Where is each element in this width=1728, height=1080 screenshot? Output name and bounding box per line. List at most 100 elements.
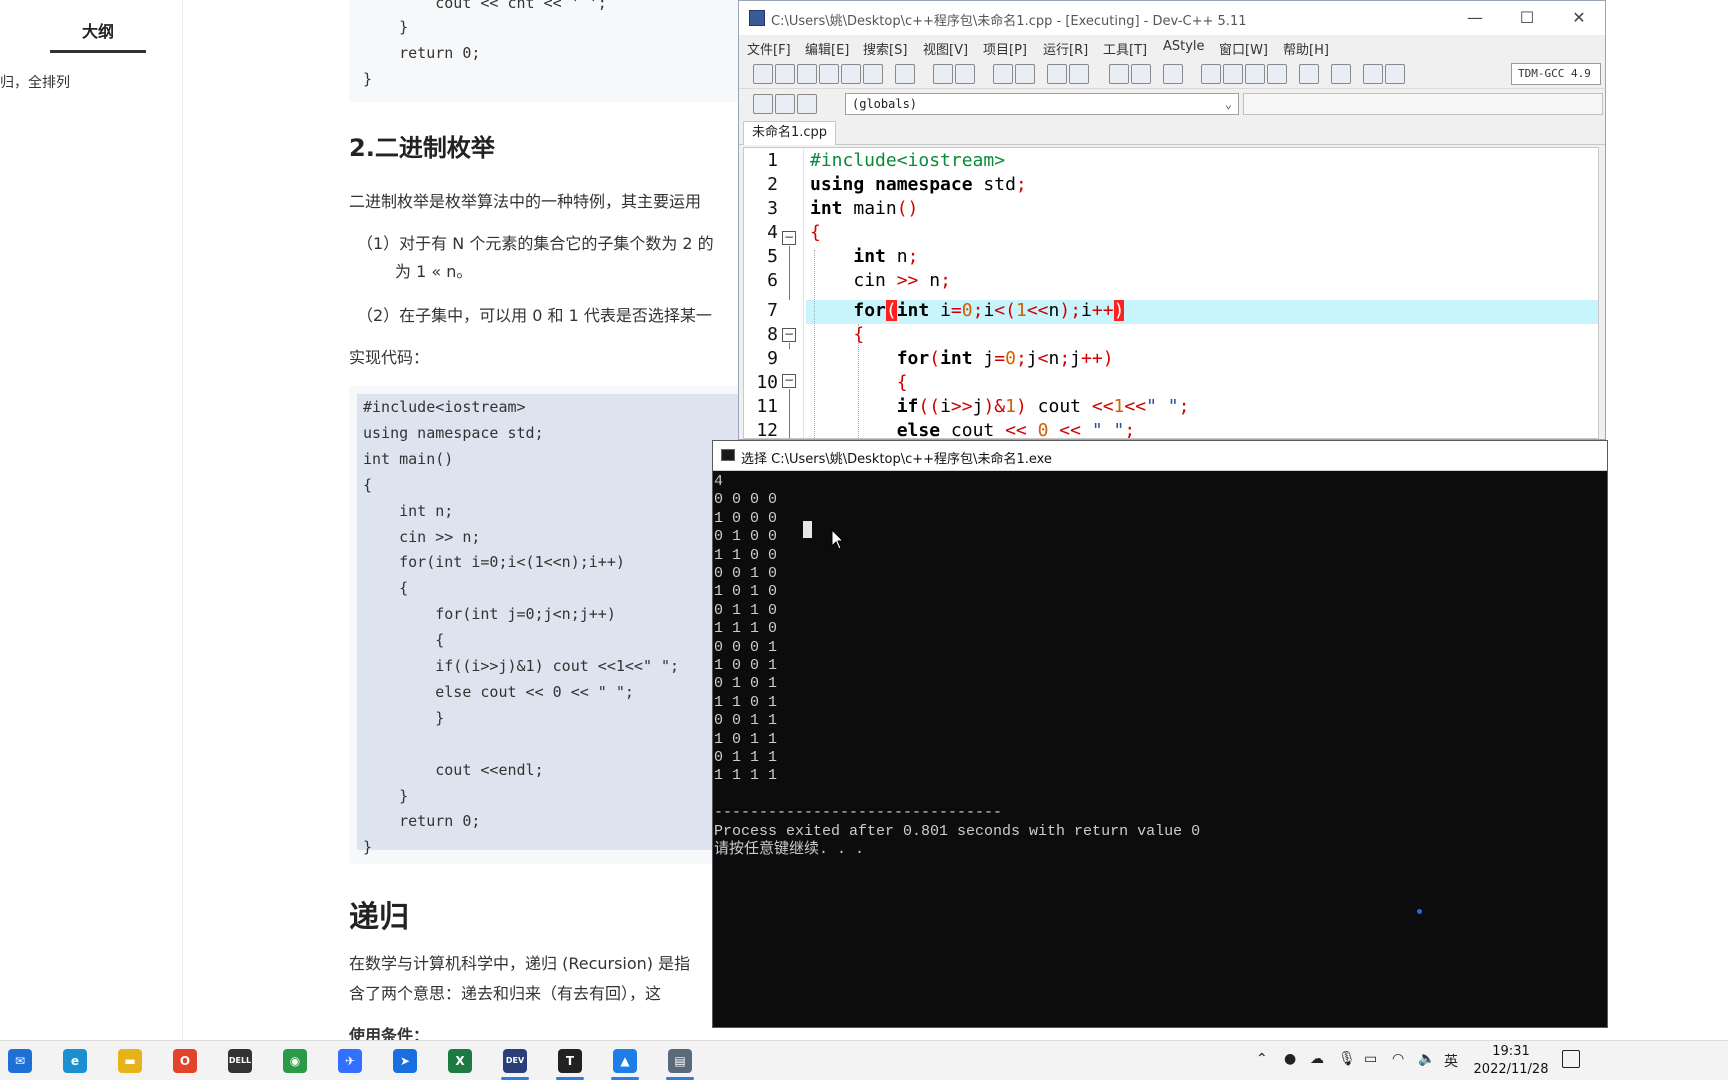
- console-line: 1 0 1 0: [714, 583, 778, 601]
- notification-icon[interactable]: [1562, 1050, 1580, 1068]
- taskbar-app[interactable]: O: [165, 1045, 205, 1077]
- class-browser-icon[interactable]: [797, 94, 817, 114]
- number: 0: [961, 300, 973, 321]
- taskbar-app[interactable]: ▬: [110, 1045, 150, 1077]
- code-line: cout <<endl;: [363, 760, 544, 779]
- console-title-bar[interactable]: 选择 C:\Users\姚\Desktop\c++程序包\未命名1.exe: [713, 441, 1607, 471]
- code-line: return 0;: [363, 812, 481, 831]
- menu-help[interactable]: 帮助[H]: [1283, 39, 1329, 58]
- mouse-pointer-icon: [831, 529, 845, 550]
- fold-toggle-icon[interactable]: −: [782, 328, 796, 342]
- close-all-icon[interactable]: [863, 64, 883, 84]
- function-dropdown[interactable]: [1243, 93, 1603, 115]
- taskbar-app[interactable]: e: [55, 1045, 95, 1077]
- fold-line: [789, 343, 790, 349]
- menu-search[interactable]: 搜索[S]: [863, 39, 907, 58]
- secondary-toolbar: (globals) ⌄: [739, 89, 1605, 119]
- minimize-button[interactable]: —: [1449, 1, 1501, 35]
- project-icon[interactable]: [753, 94, 773, 114]
- tab-file[interactable]: 未命名1.cpp: [743, 121, 837, 145]
- taskbar-app[interactable]: ➤: [385, 1045, 425, 1077]
- rebuild-icon[interactable]: [1267, 64, 1287, 84]
- redo-icon[interactable]: [955, 64, 975, 84]
- profile-icon[interactable]: [1363, 64, 1383, 84]
- menu-file[interactable]: 文件[F]: [747, 39, 791, 58]
- clock[interactable]: 19:31 2022/11/28: [1470, 1043, 1552, 1079]
- console-line: 1 1 1 0: [714, 620, 778, 638]
- code-line: else cout << 0 << " ";: [363, 682, 634, 701]
- menu-edit[interactable]: 编辑[E]: [805, 39, 849, 58]
- outline-item[interactable]: 归，全排列: [0, 72, 70, 92]
- compile-icon[interactable]: [1201, 64, 1221, 84]
- console-output[interactable]: 40 0 0 01 0 0 00 1 0 01 1 0 00 0 1 01 0 …: [713, 471, 1607, 1027]
- indent-right-icon[interactable]: [1131, 64, 1151, 84]
- save-icon[interactable]: [797, 64, 817, 84]
- fold-toggle-icon[interactable]: −: [782, 231, 796, 245]
- compiler-select[interactable]: TDM-GCC 4.9: [1511, 63, 1601, 85]
- taskbar-app[interactable]: ✈: [330, 1045, 370, 1077]
- bookmark-icon[interactable]: [1069, 64, 1089, 84]
- compile-run-icon[interactable]: [1245, 64, 1265, 84]
- scope-value: (globals): [852, 97, 918, 111]
- print-icon[interactable]: [895, 64, 915, 84]
- save-all-icon[interactable]: [819, 64, 839, 84]
- indicator-dot: [1417, 909, 1422, 914]
- identifier: n: [1048, 300, 1060, 321]
- volume-icon[interactable]: 🔈: [1418, 1051, 1435, 1067]
- chevron-up-icon[interactable]: ⌃: [1256, 1051, 1268, 1067]
- microphone-icon[interactable]: 🎙: [1338, 1051, 1356, 1067]
- stop-execution-icon[interactable]: [1331, 64, 1351, 84]
- line-number: 6: [767, 270, 778, 291]
- taskbar-app[interactable]: ✉: [0, 1045, 40, 1077]
- console-window[interactable]: 选择 C:\Users\姚\Desktop\c++程序包\未命名1.exe 40…: [712, 440, 1608, 1028]
- devcpp-window[interactable]: C:\Users\姚\Desktop\c++程序包\未命名1.cpp - [Ex…: [738, 0, 1606, 440]
- outline-title[interactable]: 大纲: [50, 18, 146, 53]
- undo-icon[interactable]: [933, 64, 953, 84]
- close-file-icon[interactable]: [841, 64, 861, 84]
- paragraph: （2）在子集中，可以用 0 和 1 代表是否选择某一: [357, 306, 712, 325]
- scope-dropdown[interactable]: (globals) ⌄: [845, 93, 1239, 115]
- cloud-icon[interactable]: ☁: [1310, 1051, 1324, 1067]
- find-icon[interactable]: [993, 64, 1013, 84]
- console-line: 0 0 1 0: [714, 565, 778, 582]
- taskbar-app[interactable]: T: [550, 1045, 590, 1080]
- title-bar[interactable]: C:\Users\姚\Desktop\c++程序包\未命名1.cpp - [Ex…: [739, 1, 1605, 35]
- close-button[interactable]: ✕: [1553, 1, 1605, 35]
- taskbar-app[interactable]: ▤: [660, 1045, 700, 1080]
- code-line: int main(): [363, 449, 454, 468]
- taskbar-app[interactable]: ◉: [275, 1045, 315, 1077]
- add-to-project-icon[interactable]: [775, 94, 795, 114]
- delete-profile-icon[interactable]: [1385, 64, 1405, 84]
- replace-icon[interactable]: [1015, 64, 1035, 84]
- check-syntax-icon[interactable]: [1299, 64, 1319, 84]
- menu-astyle[interactable]: AStyle: [1163, 39, 1205, 54]
- goto-line-icon[interactable]: [1047, 64, 1067, 84]
- maximize-button[interactable]: ☐: [1501, 1, 1553, 35]
- toggle-comment-icon[interactable]: [1163, 64, 1183, 84]
- indent-left-icon[interactable]: [1109, 64, 1129, 84]
- identifier: n: [885, 246, 908, 267]
- ime-indicator[interactable]: 英: [1444, 1051, 1458, 1071]
- taskbar-app[interactable]: DEV: [495, 1045, 535, 1080]
- fold-toggle-icon[interactable]: −: [782, 374, 796, 388]
- qq-icon[interactable]: ●: [1284, 1051, 1296, 1067]
- identifier: i: [940, 396, 951, 417]
- open-file-icon[interactable]: [775, 64, 795, 84]
- new-file-icon[interactable]: [753, 64, 773, 84]
- taskbar-app[interactable]: DELL: [220, 1045, 260, 1077]
- menu-tools[interactable]: 工具[T]: [1103, 39, 1147, 58]
- code-line-4: {: [810, 222, 821, 243]
- taskbar-app[interactable]: ▲: [605, 1045, 645, 1080]
- menu-project[interactable]: 项目[P]: [983, 39, 1027, 58]
- section-heading: 2.二进制枚举: [349, 134, 495, 162]
- code-editor[interactable]: 1 2 3 4 5 6 7 8 9 10 11 12 − − − #include<iostream>…: [743, 147, 1599, 439]
- menu-view[interactable]: 视图[V]: [923, 39, 968, 58]
- taskbar-app[interactable]: X: [440, 1045, 480, 1077]
- identifier: n: [918, 270, 941, 291]
- menu-run[interactable]: 运行[R]: [1043, 39, 1088, 58]
- menu-window[interactable]: 窗口[W]: [1219, 39, 1268, 58]
- run-icon[interactable]: [1223, 64, 1243, 84]
- code-line-5: int n;: [853, 246, 919, 267]
- battery-icon[interactable]: ▭: [1364, 1051, 1377, 1067]
- wifi-icon[interactable]: ◠: [1392, 1051, 1404, 1067]
